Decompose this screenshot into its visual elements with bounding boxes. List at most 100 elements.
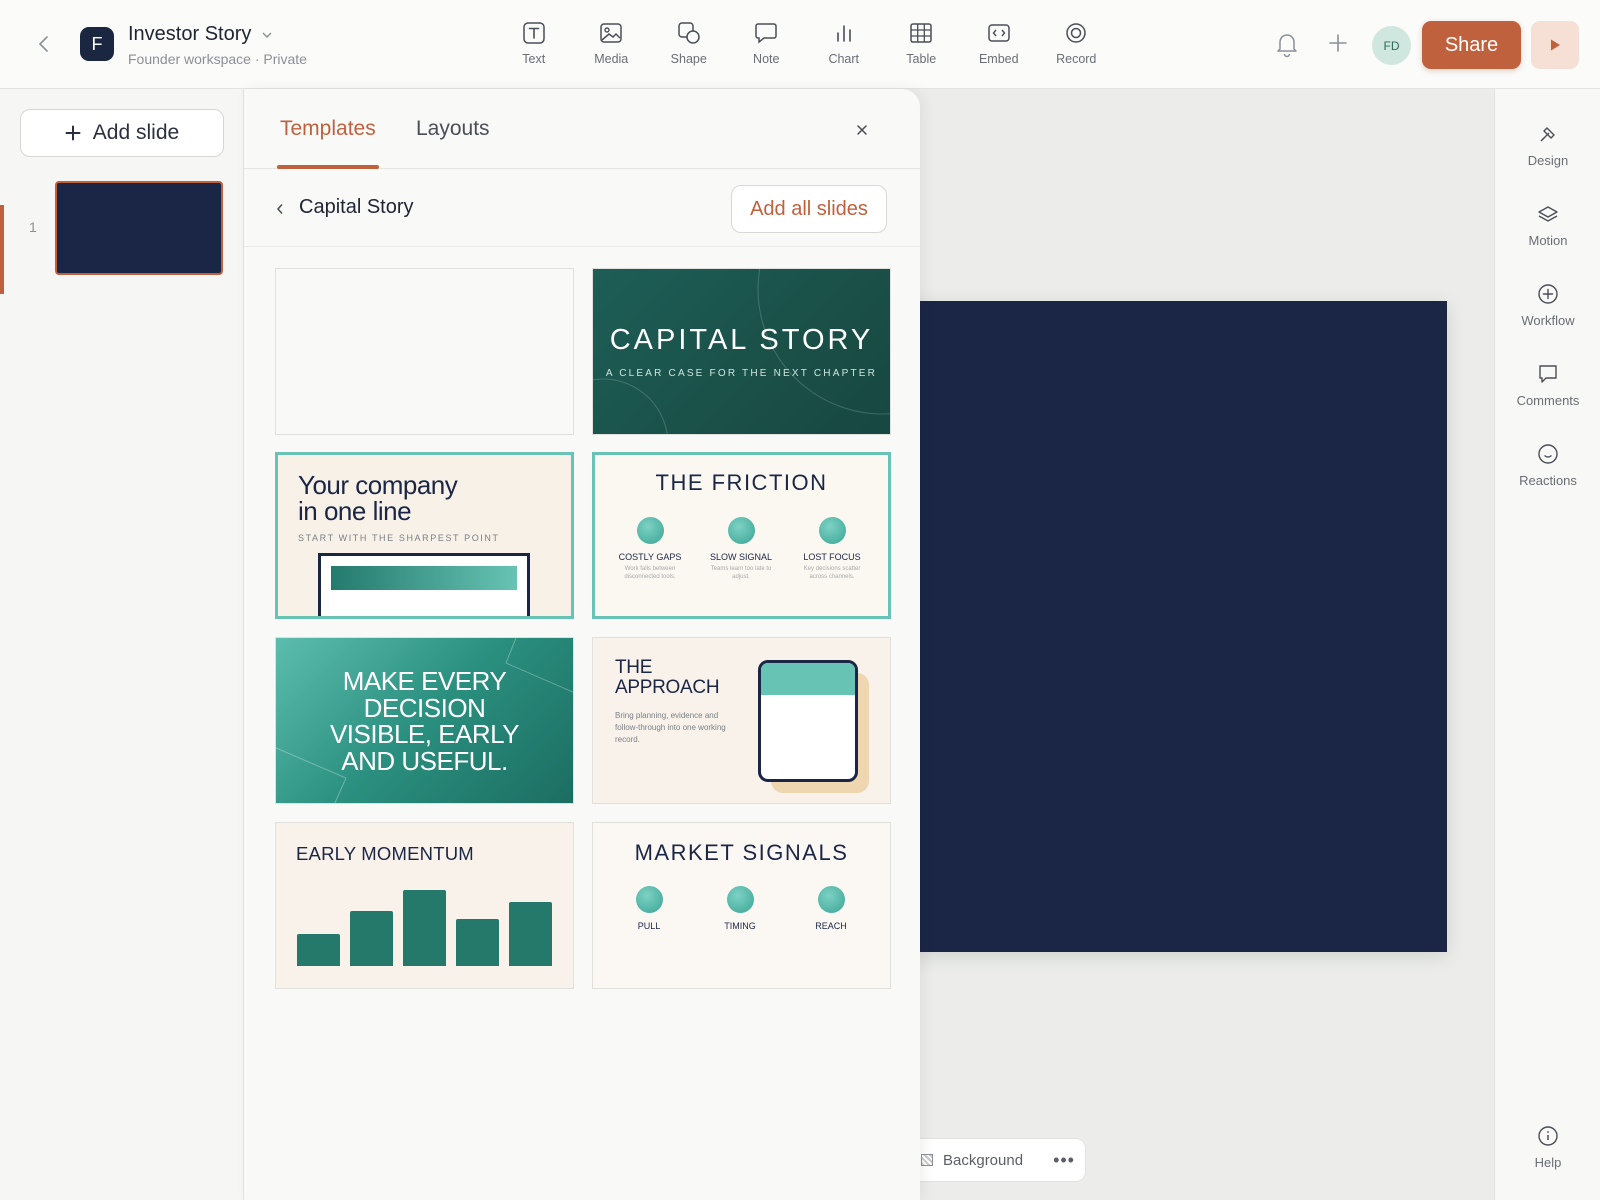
signal-item: PULL	[614, 886, 684, 931]
card-title-line-2: APPROACH	[615, 677, 720, 698]
rail-help[interactable]: Help	[1495, 1125, 1600, 1170]
chart-icon	[836, 25, 851, 42]
card-body: Bring planning, evidence and follow-thro…	[615, 711, 726, 744]
back-arrow-icon[interactable]	[34, 32, 54, 56]
signal-item-label: TIMING	[724, 921, 756, 931]
smiley-icon	[1538, 444, 1558, 464]
tool-embed-label: Embed	[978, 52, 1019, 66]
tool-media-label: Media	[594, 52, 629, 66]
card-title-line-3: VISIBLE, EARLY	[329, 719, 520, 749]
slide-canvas[interactable]	[900, 301, 1447, 952]
card-title: THE FRICTION	[655, 470, 828, 495]
template-breadcrumb-bar: Capital Story Add all slides	[244, 169, 920, 247]
card-title: THE APPROACH	[615, 657, 720, 698]
tool-note[interactable]: Note	[728, 20, 806, 66]
record-icon	[1066, 23, 1086, 43]
background-swatch-icon	[921, 1154, 933, 1166]
template-card-market-signals[interactable]: MARKET SIGNALS PULL TIMING REACH	[592, 822, 891, 989]
card-title-line-1: Your company	[298, 470, 458, 500]
card-title: MARKET SIGNALS	[634, 840, 849, 865]
friction-item-label: LOST FOCUS	[803, 552, 861, 562]
friction-item-desc: Work falls between disconnected tools.	[624, 566, 676, 580]
tool-record[interactable]: Record	[1038, 20, 1116, 66]
rail-motion[interactable]: Motion	[1495, 203, 1600, 248]
right-rail: Design Motion Workflow Comments Reaction…	[1494, 89, 1600, 1200]
slide-number: 1	[29, 219, 37, 235]
card-title-line-1: THE	[615, 657, 653, 678]
template-card-capital-story[interactable]: CAPITAL STORY A CLEAR CASE FOR THE NEXT …	[592, 268, 891, 435]
add-all-slides-button[interactable]: Add all slides	[731, 185, 887, 233]
tool-table-label: Table	[906, 52, 937, 66]
tool-note-label: Note	[753, 52, 780, 66]
image-icon	[600, 23, 622, 43]
embed-icon	[988, 24, 1010, 42]
tab-templates[interactable]: Templates	[280, 117, 376, 141]
document-title-text: Investor Story	[128, 23, 252, 45]
friction-item-desc: Key decisions scatter across channels.	[803, 566, 861, 580]
rail-motion-label: Motion	[1528, 233, 1568, 248]
close-icon[interactable]	[854, 122, 870, 138]
template-card-friction[interactable]: THE FRICTION COSTLY GAPS Work falls betw…	[592, 452, 891, 619]
add-collaborator-plus-icon[interactable]	[1327, 32, 1349, 54]
rail-comments[interactable]: Comments	[1495, 363, 1600, 408]
tool-shape[interactable]: Shape	[650, 20, 728, 66]
chevron-left-icon[interactable]	[275, 202, 285, 216]
card-title-line-4: AND USEFUL.	[341, 745, 508, 776]
card-title: MAKE EVERY DECISION VISIBLE, EARLY AND U…	[276, 668, 573, 774]
tool-chart[interactable]: Chart	[805, 20, 883, 66]
signal-item-label: PULL	[637, 921, 661, 931]
card-title: Your company in one line	[298, 470, 458, 524]
gradient-bar	[331, 566, 517, 590]
friction-item-label: COSTLY GAPS	[618, 552, 682, 562]
card-subtitle: START WITH THE SHARPEST POINT	[298, 533, 500, 543]
friction-item: LOST FOCUS Key decisions scatter across …	[787, 517, 877, 581]
friction-item: COSTLY GAPS Work falls between disconnec…	[605, 517, 695, 581]
info-icon	[1538, 1126, 1558, 1146]
template-card-approach[interactable]: THE APPROACH Bring planning, evidence an…	[592, 637, 891, 804]
slides-panel: Add slide 1	[0, 89, 244, 1200]
active-slide-indicator	[0, 205, 4, 294]
slide-thumbnail[interactable]	[55, 181, 223, 275]
tablet-header	[761, 663, 855, 695]
tablet-mockup	[758, 660, 858, 782]
template-card-your-company[interactable]: Your company in one line START WITH THE …	[275, 452, 574, 619]
table-icon	[910, 23, 932, 43]
momentum-bar	[509, 902, 552, 966]
teal-dot	[635, 886, 663, 913]
tool-table[interactable]: Table	[883, 20, 961, 66]
present-play-button[interactable]	[1531, 21, 1579, 69]
tab-layouts[interactable]: Layouts	[416, 117, 490, 141]
rail-reactions[interactable]: Reactions	[1495, 443, 1600, 488]
rail-workflow[interactable]: Workflow	[1495, 283, 1600, 328]
tool-text[interactable]: Text	[495, 20, 573, 66]
rail-comments-label: Comments	[1516, 393, 1580, 408]
friction-item: SLOW SIGNAL Teams learn too late to adju…	[696, 517, 786, 581]
template-card-decision[interactable]: MAKE EVERY DECISION VISIBLE, EARLY AND U…	[275, 637, 574, 804]
card-title: CAPITAL STORY	[609, 324, 874, 356]
template-set-title: Capital Story	[299, 196, 414, 218]
user-avatar[interactable]: FD	[1372, 26, 1411, 65]
more-options-icon[interactable]: •••	[1053, 1150, 1075, 1171]
momentum-bar	[456, 919, 499, 966]
rail-help-label: Help	[1534, 1155, 1562, 1170]
rail-design[interactable]: Design	[1495, 123, 1600, 168]
tool-text-label: Text	[522, 52, 546, 66]
tool-embed[interactable]: Embed	[960, 20, 1038, 66]
share-button[interactable]: Share	[1422, 21, 1521, 69]
panel-tabs: Templates Layouts	[244, 89, 920, 169]
tool-media[interactable]: Media	[573, 20, 651, 66]
device-mockup	[318, 553, 530, 616]
note-icon	[755, 23, 777, 44]
background-button[interactable]: Background	[943, 1152, 1023, 1169]
teal-dot	[726, 886, 754, 913]
workspace-logo[interactable]: F	[80, 27, 114, 61]
template-card-blank[interactable]	[275, 268, 574, 435]
momentum-bar	[297, 934, 340, 966]
document-subtitle: Founder workspace · Private	[128, 51, 307, 67]
template-card-momentum[interactable]: EARLY MOMENTUM	[275, 822, 574, 989]
document-title[interactable]: Investor Story	[128, 23, 273, 46]
layers-icon	[1538, 206, 1558, 222]
notifications-bell-icon[interactable]	[1274, 30, 1300, 58]
add-slide-button[interactable]: Add slide	[20, 109, 224, 157]
tool-record-label: Record	[1056, 52, 1097, 66]
